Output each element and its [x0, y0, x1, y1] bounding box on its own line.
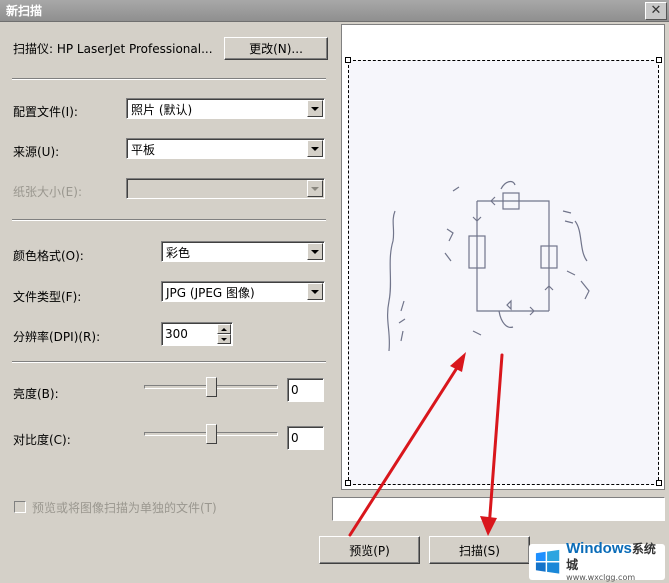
separator [12, 361, 326, 363]
windows-logo-icon [535, 549, 560, 574]
close-button[interactable]: ✕ [645, 2, 667, 20]
color-format-label: 颜色格式(O): [13, 249, 84, 263]
separator [12, 78, 326, 80]
chevron-down-icon[interactable] [307, 100, 323, 117]
watermark-logo: Windows系统城 www.wxclgg.com [529, 541, 665, 582]
color-format-value: 彩色 [166, 246, 191, 260]
resolution-label: 分辨率(DPI)(R): [13, 330, 101, 344]
resolution-value: 300 [165, 327, 188, 341]
resize-handle[interactable] [345, 57, 351, 63]
preview-button[interactable]: 预览(P) [319, 536, 420, 564]
chevron-down-icon[interactable] [307, 140, 323, 157]
spin-up-icon[interactable] [217, 324, 231, 334]
spin-down-icon[interactable] [217, 334, 231, 344]
color-format-dropdown[interactable]: 彩色 [161, 241, 325, 262]
paper-size-label: 纸张大小(E): [13, 185, 82, 199]
brightness-field[interactable]: 0 [287, 378, 324, 402]
scanned-document-image [386, 180, 590, 352]
change-scanner-button[interactable]: 更改(N)... [224, 37, 328, 60]
file-type-dropdown[interactable]: JPG (JPEG 图像) [161, 281, 325, 302]
paper-size-dropdown [126, 178, 325, 199]
scan-button[interactable]: 扫描(S) [429, 536, 530, 564]
contrast-field[interactable]: 0 [287, 426, 324, 450]
profile-label: 配置文件(I): [13, 105, 78, 119]
scanner-label: 扫描仪: HP LaserJet Professional... [13, 42, 213, 56]
resolution-stepper[interactable]: 300 [161, 322, 233, 346]
source-value: 平板 [131, 143, 156, 157]
brightness-slider-thumb[interactable] [206, 377, 217, 403]
profile-dropdown[interactable]: 照片 (默认) [126, 98, 325, 119]
chevron-down-icon [307, 180, 323, 197]
chevron-down-icon[interactable] [307, 243, 323, 260]
source-label: 来源(U): [13, 145, 60, 159]
file-type-label: 文件类型(F): [13, 290, 82, 304]
close-icon: ✕ [650, 3, 662, 18]
title-bar: 新扫描 ✕ [0, 0, 669, 22]
source-dropdown[interactable]: 平板 [126, 138, 325, 159]
separate-files-checkbox [14, 501, 26, 513]
separator [12, 219, 326, 221]
profile-value: 照片 (默认) [131, 103, 193, 117]
contrast-value: 0 [291, 431, 299, 445]
brightness-label: 亮度(B): [13, 387, 59, 401]
scan-area[interactable] [348, 60, 659, 485]
watermark-brand: Windows [566, 540, 632, 557]
chevron-down-icon[interactable] [307, 283, 323, 300]
status-box [332, 497, 665, 521]
resize-handle[interactable] [345, 480, 351, 486]
resize-handle[interactable] [656, 480, 662, 486]
resize-handle[interactable] [656, 57, 662, 63]
separate-files-label: 预览或将图像扫描为单独的文件(T) [32, 501, 217, 515]
contrast-label: 对比度(C): [13, 433, 71, 447]
file-type-value: JPG (JPEG 图像) [166, 286, 255, 300]
brightness-value: 0 [291, 383, 299, 397]
preview-pane [341, 24, 665, 490]
contrast-slider-thumb[interactable] [206, 424, 217, 450]
window-title: 新扫描 [6, 4, 43, 18]
